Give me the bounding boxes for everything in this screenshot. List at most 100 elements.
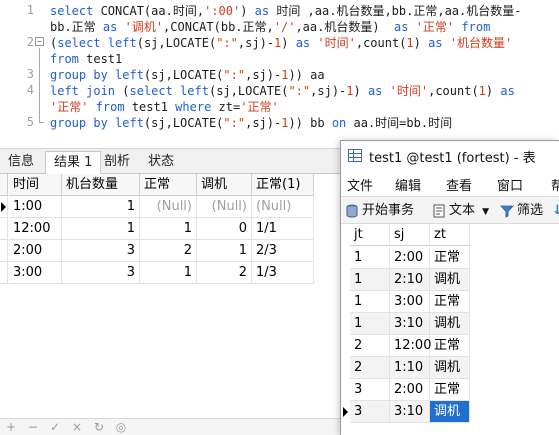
text-view-button[interactable]: 文本 ▼ [432, 202, 489, 220]
table-cell[interactable]: 2:00 [390, 379, 430, 401]
table-row[interactable]: 12:00 1 1 0 1/1 [0, 218, 314, 240]
table-cell[interactable]: (Null) [140, 196, 197, 218]
table-cell[interactable]: 调机 [430, 401, 470, 423]
table-cell[interactable]: 正常 [430, 247, 470, 269]
sql-editor[interactable]: 1 2 3 4 5 − select CONCAT(aa.时间,':00') a… [0, 0, 559, 148]
table-cell[interactable]: 1 [140, 262, 197, 284]
table-row[interactable]: 3:00 3 1 2 1/3 [0, 262, 314, 284]
table-cell[interactable]: 1 [140, 218, 197, 240]
table-row[interactable]: 3 2:00 正常 [341, 379, 471, 401]
table-data-grid[interactable]: jt sj zt 1 2:00 正常 1 2:10 调机 1 3:00 正常 1 3:10 调机 2 12:00… [341, 224, 559, 435]
table-row[interactable]: 3 3:10 调机 [341, 401, 471, 423]
table-cell[interactable]: 2:00 [9, 240, 62, 262]
sql-text: (sj,LOCATE( [143, 68, 224, 82]
table-cell[interactable]: 3 [350, 379, 390, 401]
table-row[interactable]: 2:00 3 2 1 2/3 [0, 240, 314, 262]
column-header[interactable]: 机台数量 [62, 174, 140, 196]
table-cell[interactable]: 1 [350, 269, 390, 291]
table-cell[interactable]: 3 [62, 240, 140, 262]
delete-record-button[interactable]: − [26, 420, 40, 434]
stop-button[interactable]: ◎ [114, 420, 128, 434]
menu-help[interactable]: 帮 [551, 175, 559, 194]
table-cell[interactable]: 3:00 [9, 262, 62, 284]
window-menu-bar: 文件 编辑 查看 窗口 帮 [341, 171, 559, 196]
column-header[interactable]: zt [430, 224, 470, 246]
table-row[interactable]: 1 2:10 调机 [341, 269, 471, 291]
tab-status[interactable]: 状态 [140, 151, 182, 175]
sql-text: )) bb [288, 116, 332, 130]
begin-transaction-button[interactable]: 开始事务 [345, 202, 414, 220]
sql-text: bb.正常 [50, 20, 103, 34]
table-cell[interactable]: 3 [62, 262, 140, 284]
column-header[interactable]: jt [350, 224, 390, 246]
table-cell[interactable]: 1 [350, 313, 390, 335]
apply-changes-button[interactable]: ✓ [48, 420, 62, 434]
table-cell[interactable]: 2:00 [390, 247, 430, 269]
menu-view[interactable]: 查看 [446, 175, 472, 194]
table-cell[interactable]: (Null) [252, 196, 314, 218]
discard-changes-button[interactable]: × [70, 420, 84, 434]
result-grid[interactable]: 时间 机台数量 正常 调机 正常(1) 1:00 1 (Null) (Null) (Null) 12… [0, 174, 340, 418]
add-record-button[interactable]: + [4, 420, 18, 434]
table-cell[interactable]: 1 [197, 240, 252, 262]
table-row[interactable]: 1:00 1 (Null) (Null) (Null) [0, 196, 314, 218]
tab-info[interactable]: 信息 [0, 151, 42, 175]
table-cell[interactable]: 正常 [430, 291, 470, 313]
column-header[interactable]: 调机 [197, 174, 252, 196]
table-editor-window[interactable]: test1 @test1 (fortest) - 表 文件 编辑 查看 窗口 帮… [340, 140, 559, 435]
table-cell[interactable]: 12:00 [9, 218, 62, 240]
table-cell[interactable]: 调机 [430, 313, 470, 335]
table-cell[interactable]: 1/3 [252, 262, 314, 284]
table-cell[interactable]: 2/3 [252, 240, 314, 262]
line-number: 3 [26, 67, 34, 81]
table-cell[interactable]: 0 [197, 218, 252, 240]
table-cell[interactable]: 调机 [430, 269, 470, 291]
table-cell[interactable]: 12:00 [390, 335, 431, 357]
sql-keyword: select left [57, 36, 137, 50]
column-header[interactable]: 时间 [9, 174, 62, 196]
chevron-down-icon[interactable]: ▼ [482, 207, 489, 217]
table-cell[interactable]: 正常 [430, 335, 470, 357]
code-line: (select left(sj,LOCATE(":",sj)-1) as '时间… [50, 35, 512, 51]
table-row[interactable]: 1 3:10 调机 [341, 313, 471, 335]
table-row[interactable]: 1 2:00 正常 [341, 247, 471, 269]
table-cell[interactable]: 1/1 [252, 218, 314, 240]
column-header[interactable]: sj [390, 224, 430, 246]
column-header[interactable]: 正常(1) [252, 174, 314, 196]
sql-text: (sj,LOCATE( [208, 84, 289, 98]
menu-file[interactable]: 文件 [347, 175, 373, 194]
table-cell[interactable]: 1 [62, 196, 140, 218]
table-cell[interactable]: 1 [350, 291, 390, 313]
fold-toggle-icon[interactable]: − [35, 37, 44, 46]
table-cell[interactable]: 2 [140, 240, 197, 262]
table-row[interactable]: 2 12:00 正常 [341, 335, 471, 357]
window-title-bar[interactable]: test1 @test1 (fortest) - 表 [341, 141, 559, 171]
tab-result-1[interactable]: 结果 1 [45, 151, 102, 175]
table-cell[interactable]: 2 [350, 357, 390, 379]
table-cell[interactable]: 正常 [430, 379, 470, 401]
table-cell[interactable]: 3:10 [390, 313, 430, 335]
table-cell[interactable]: 1:10 [390, 357, 430, 379]
table-cell[interactable]: 1 [350, 247, 390, 269]
table-cell[interactable]: 1:00 [9, 196, 62, 218]
tab-profile[interactable]: 剖析 [96, 151, 138, 175]
refresh-button[interactable]: ↻ [92, 420, 106, 434]
table-cell[interactable]: 3:00 [390, 291, 430, 313]
table-cell[interactable]: (Null) [197, 196, 252, 218]
table-row[interactable]: 1 3:00 正常 [341, 291, 471, 313]
table-row[interactable]: 2 1:10 调机 [341, 357, 471, 379]
table-cell[interactable]: 调机 [430, 357, 470, 379]
menu-window[interactable]: 窗口 [497, 175, 523, 194]
table-cell[interactable]: 2 [197, 262, 252, 284]
filter-button[interactable]: 筛选 [500, 202, 543, 220]
table-cell[interactable]: 2:10 [390, 269, 430, 291]
sql-keyword: on [331, 116, 354, 130]
table-cell[interactable]: 3:10 [390, 401, 430, 423]
sql-keyword: left join [50, 84, 123, 98]
sort-arrow-icon[interactable]: ↓ [552, 202, 559, 220]
table-cell[interactable]: 3 [350, 401, 390, 423]
table-cell[interactable]: 1 [62, 218, 140, 240]
column-header[interactable]: 正常 [140, 174, 197, 196]
table-cell[interactable]: 2 [350, 335, 390, 357]
menu-edit[interactable]: 编辑 [395, 175, 421, 194]
